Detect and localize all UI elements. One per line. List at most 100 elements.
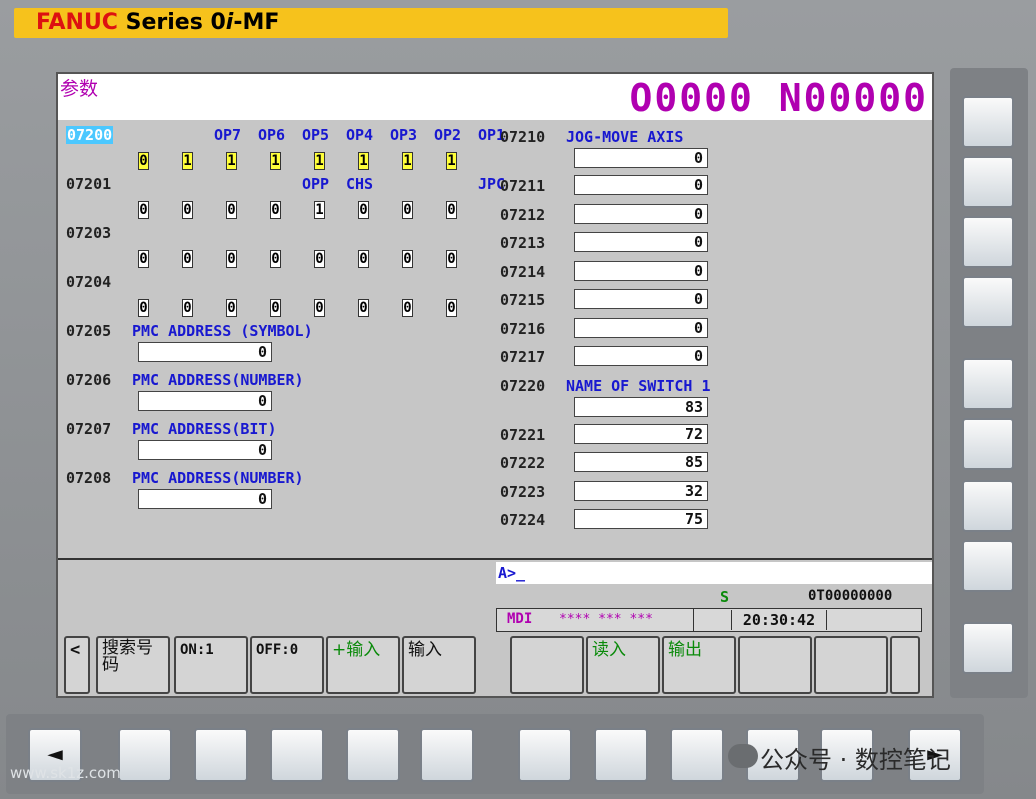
bit-value[interactable]: 0 [138,250,149,268]
bit-value[interactable]: 0 [402,299,413,317]
param-number[interactable]: 07200 [66,126,114,144]
softkey-input[interactable]: 输入 [402,636,476,694]
param-value[interactable]: 85 [574,452,708,472]
bit-value[interactable]: 0 [226,299,237,317]
softkey-off[interactable]: OFF:0 [250,636,324,694]
side-key-2[interactable] [962,156,1014,208]
param-number[interactable]: 07210 [500,128,545,146]
bit-value[interactable]: 0 [226,250,237,268]
param-number[interactable]: 07217 [500,348,545,366]
bit-value[interactable]: 1 [182,152,193,170]
param-value[interactable]: 0 [574,317,708,338]
param-number[interactable]: 07220 [500,377,545,395]
param-number[interactable]: 07204 [66,273,111,291]
param-number[interactable]: 07212 [500,206,545,224]
param-value[interactable]: 0 [574,346,708,366]
param-value[interactable]: 0 [574,175,708,195]
bit-value[interactable]: 0 [446,250,457,268]
param-number[interactable]: 07214 [500,263,545,281]
bit-value[interactable]: 0 [402,201,413,219]
bit-value[interactable]: 0 [138,299,149,317]
key-input-line[interactable]: A>_ [496,562,932,584]
bit-value[interactable]: 1 [402,152,413,170]
bottom-key-8[interactable] [670,728,724,782]
bottom-key-2[interactable] [194,728,248,782]
param-value[interactable]: 72 [574,423,708,444]
bit-value[interactable]: 0 [314,250,325,268]
param-value[interactable]: 0 [138,489,272,509]
bit-value[interactable]: 1 [446,152,457,170]
param-value[interactable]: 0 [138,342,272,362]
softkey-search[interactable]: 搜索号码 [96,636,170,694]
param-number[interactable]: 07205 [66,322,111,340]
param-value[interactable]: 0 [138,391,272,411]
param-value[interactable]: 0 [574,203,708,224]
bottom-key-3[interactable] [270,728,324,782]
param-value[interactable]: 32 [574,480,708,501]
bit-value[interactable]: 0 [358,250,369,268]
param-value[interactable]: 75 [574,509,708,529]
softkey-on[interactable]: ON:1 [174,636,248,694]
param-number[interactable]: 07206 [66,371,111,389]
side-key-9[interactable] [962,622,1014,674]
bit-value[interactable]: 0 [446,201,457,219]
bit-value[interactable]: 0 [138,152,149,170]
param-number[interactable]: 07208 [66,469,111,487]
side-key-4[interactable] [962,276,1014,328]
param-number[interactable]: 07215 [500,291,545,309]
bit-value[interactable]: 1 [270,152,281,170]
bit-value[interactable]: 0 [182,299,193,317]
side-key-8[interactable] [962,540,1014,592]
softkey-plus-input[interactable]: +输入 [326,636,400,694]
side-key-1[interactable] [962,96,1014,148]
side-key-3[interactable] [962,216,1014,268]
bit-value[interactable]: 0 [270,299,281,317]
bit-value[interactable]: 0 [314,299,325,317]
softkey-blank-3[interactable] [814,636,888,694]
param-number[interactable]: 07224 [500,511,545,529]
bit-value[interactable]: 1 [226,152,237,170]
bottom-key-6[interactable] [518,728,572,782]
side-key-6[interactable] [962,418,1014,470]
softkey-prev[interactable]: < [64,636,90,694]
param-value[interactable]: 83 [574,396,708,417]
bit-value[interactable]: 1 [314,201,325,219]
bottom-key-5[interactable] [420,728,474,782]
param-value[interactable]: 0 [574,289,708,309]
param-value[interactable]: 0 [574,260,708,281]
param-number[interactable]: 07223 [500,483,545,501]
bit-value[interactable]: 0 [402,250,413,268]
bit-value[interactable]: 0 [358,299,369,317]
bottom-key-4[interactable] [346,728,400,782]
bit-value[interactable]: 0 [138,201,149,219]
param-value[interactable]: 0 [574,148,708,168]
param-number[interactable]: 07216 [500,320,545,338]
param-number[interactable]: 07201 [66,175,111,193]
bit-value[interactable]: 0 [270,201,281,219]
bit-value[interactable]: 1 [358,152,369,170]
param-number[interactable]: 07211 [500,177,545,195]
param-value[interactable]: 0 [138,440,272,460]
bit-value[interactable]: 0 [358,201,369,219]
bit-value[interactable]: 0 [182,250,193,268]
softkey-blank-1[interactable] [510,636,584,694]
softkey-blank-2[interactable] [738,636,812,694]
bit-value[interactable]: 0 [446,299,457,317]
param-number[interactable]: 07222 [500,454,545,472]
bit-value[interactable]: 1 [314,152,325,170]
bit-value[interactable]: 0 [182,201,193,219]
softkey-next[interactable] [890,636,920,694]
param-number[interactable]: 07213 [500,234,545,252]
param-number[interactable]: 07221 [500,426,545,444]
bottom-key-1[interactable] [118,728,172,782]
bottom-key-7[interactable] [594,728,648,782]
bit-value[interactable]: 0 [226,201,237,219]
side-key-5[interactable] [962,358,1014,410]
softkey-output[interactable]: 输出 [662,636,736,694]
softkey-read[interactable]: 读入 [586,636,660,694]
bit-value[interactable]: 0 [270,250,281,268]
param-number[interactable]: 07207 [66,420,111,438]
side-key-7[interactable] [962,480,1014,532]
param-number[interactable]: 07203 [66,224,111,242]
param-value[interactable]: 0 [574,232,708,252]
